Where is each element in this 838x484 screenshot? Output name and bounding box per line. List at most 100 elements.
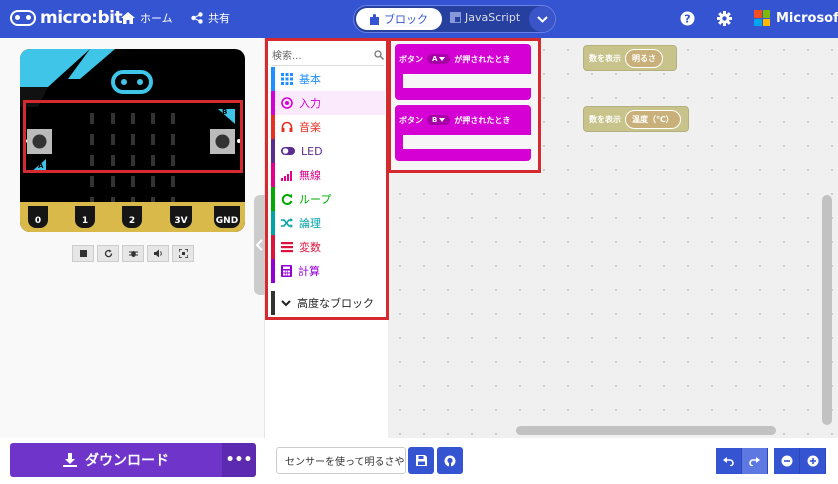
microsoft-link[interactable]: Microsoft (754, 10, 838, 26)
tab-javascript[interactable]: JavaScript (450, 11, 520, 24)
microbit-logo-icon (10, 10, 36, 26)
tab-blocks[interactable]: ブロック (356, 8, 442, 30)
toolbox-search-input[interactable]: 検索... (272, 44, 384, 66)
logo-text: micro:bit (40, 8, 123, 28)
home-label: ホーム (140, 12, 173, 25)
block-suffix: が押されたとき (454, 115, 511, 125)
share-icon (191, 12, 203, 24)
search-icon (374, 49, 384, 60)
save-icon (415, 455, 427, 466)
light-level-reporter[interactable]: 明るさ (625, 48, 663, 68)
download-label: ダウンロード (85, 453, 169, 469)
edge-connector: 0 1 2 3V GND (20, 202, 245, 232)
microbit-logo[interactable]: micro:bit (10, 8, 123, 28)
show-number-label: 数を表示 (589, 114, 621, 124)
category-input[interactable]: 入力 (271, 91, 385, 115)
share-label: 共有 (208, 12, 230, 25)
help-icon: ? (680, 11, 695, 26)
category-math[interactable]: 計算 (271, 259, 385, 283)
restart-icon (104, 249, 112, 258)
category-label: 無線 (299, 169, 321, 182)
workspace-vertical-scrollbar[interactable] (822, 195, 832, 425)
redo-button[interactable] (742, 448, 768, 474)
debug-button[interactable] (122, 245, 144, 262)
stop-button[interactable] (72, 245, 94, 262)
category-label: 計算 (298, 265, 320, 278)
undo-redo-group (716, 448, 768, 474)
zoom-group (774, 448, 826, 474)
category-advanced[interactable]: 高度なブロック (271, 291, 385, 315)
home-button[interactable]: ホーム (121, 10, 173, 26)
caret-down-icon (439, 57, 446, 61)
help-button[interactable]: ? (680, 11, 695, 30)
button-dropdown-b[interactable]: B (427, 115, 451, 125)
mute-button[interactable] (147, 245, 169, 262)
share-button[interactable]: 共有 (191, 10, 230, 26)
tab-blocks-label: ブロック (384, 13, 428, 26)
show-number-block-light[interactable]: 数を表示 明るさ (583, 45, 677, 71)
buttons-highlight-overlay (23, 100, 243, 173)
download-button[interactable]: ダウンロード (10, 443, 222, 477)
temperature-reporter[interactable]: 温度（℃） (625, 109, 681, 129)
more-options-button[interactable]: ••• (222, 443, 256, 477)
category-label: 論理 (299, 217, 321, 230)
button-dropdown-value: B (432, 116, 438, 124)
category-radio[interactable]: 無線 (271, 163, 385, 187)
signal-icon (281, 171, 292, 181)
toolbox: 検索... 基本 入力 音楽 LED 無線 ループ 論理 変数 計算 高度なブロ… (265, 38, 389, 320)
category-label: 変数 (299, 241, 321, 254)
settings-button[interactable] (717, 11, 732, 30)
on-button-pressed-block-a[interactable]: ボタン A が押されたとき (395, 44, 531, 100)
github-button[interactable] (437, 447, 463, 474)
svg-text:?: ? (684, 13, 690, 26)
category-loops[interactable]: ループ (271, 187, 385, 211)
pin-2[interactable]: 2 (122, 206, 142, 228)
gear-icon (717, 11, 732, 26)
category-variables[interactable]: 変数 (271, 235, 385, 259)
target-icon (281, 97, 293, 109)
redo-icon (749, 457, 760, 466)
chevron-down-icon (536, 15, 548, 23)
toggle-icon (281, 147, 295, 155)
editor-dropdown-button[interactable] (529, 6, 555, 32)
top-bar: micro:bit ホーム 共有 ブロック JavaScript ? Micro… (0, 0, 838, 38)
project-name-input[interactable]: センサーを使って明るさや (276, 447, 406, 474)
shuffle-icon (281, 218, 293, 228)
home-icon (121, 12, 135, 24)
bug-icon (128, 251, 138, 257)
show-number-block-temperature[interactable]: 数を表示 温度（℃） (583, 106, 689, 132)
save-button[interactable] (408, 447, 434, 474)
zoom-out-button[interactable] (774, 448, 800, 474)
fullscreen-button[interactable] (172, 245, 194, 262)
restart-button[interactable] (97, 245, 119, 262)
pin-3v[interactable]: 3V (170, 206, 192, 228)
zoom-in-button[interactable] (800, 448, 826, 474)
undo-button[interactable] (716, 448, 742, 474)
grid-icon (281, 73, 293, 85)
pin-1[interactable]: 1 (75, 206, 95, 228)
speaker-icon (153, 249, 162, 258)
fullscreen-icon (178, 249, 188, 258)
category-label: LED (301, 144, 323, 158)
simulator-panel: B A 0 1 2 3V GND (0, 38, 265, 484)
on-button-pressed-block-b[interactable]: ボタン B が押されたとき (395, 105, 531, 161)
pin-0[interactable]: 0 (28, 206, 48, 228)
chevron-down-icon (281, 299, 291, 306)
category-basic[interactable]: 基本 (271, 67, 385, 91)
calculator-icon (281, 265, 292, 277)
pin-gnd[interactable]: GND (214, 206, 240, 228)
category-led[interactable]: LED (271, 139, 385, 163)
caret-down-icon (439, 118, 446, 122)
category-music[interactable]: 音楽 (271, 115, 385, 139)
category-logic[interactable]: 論理 (271, 211, 385, 235)
category-label: 基本 (299, 73, 321, 86)
microsoft-label: Microsoft (776, 10, 838, 26)
github-icon (444, 455, 456, 466)
undo-icon (723, 457, 734, 466)
stop-icon (79, 250, 87, 257)
block-prefix: ボタン (399, 115, 423, 125)
workspace-horizontal-scrollbar[interactable] (516, 426, 776, 435)
button-dropdown-a[interactable]: A (427, 54, 451, 64)
category-label: 高度なブロック (297, 297, 374, 310)
category-label: 音楽 (299, 121, 321, 134)
